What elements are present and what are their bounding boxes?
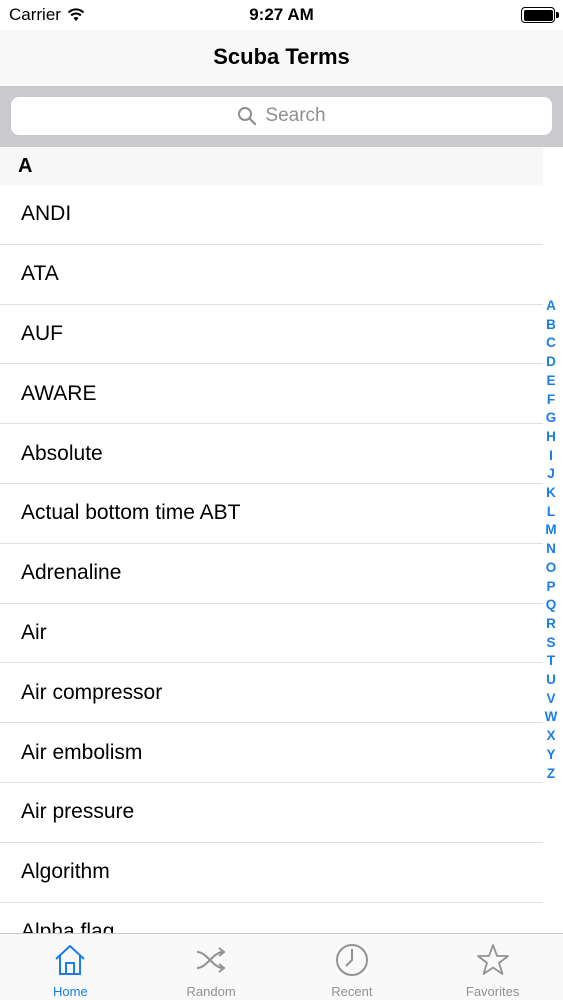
index-letter[interactable]: Q xyxy=(546,596,557,615)
search-placeholder: Search xyxy=(265,105,326,126)
clock-icon xyxy=(335,944,368,976)
tab-recent[interactable]: Recent xyxy=(282,934,423,1000)
list-item[interactable]: Absolute xyxy=(0,424,543,484)
shuffle-icon xyxy=(196,947,226,973)
index-letter[interactable]: U xyxy=(546,671,556,690)
index-letter[interactable]: E xyxy=(546,372,555,391)
list-item[interactable]: Air pressure xyxy=(0,783,543,843)
tab-home-label: Home xyxy=(53,984,88,999)
list-item[interactable]: Air xyxy=(0,604,543,664)
status-time: 9:27 AM xyxy=(249,5,314,24)
list-item[interactable]: ANDI xyxy=(0,185,543,245)
search-bar: Search xyxy=(0,87,563,147)
tab-bar: Home Random Recent Favorites xyxy=(0,933,563,1000)
page-title: Scuba Terms xyxy=(213,44,350,69)
tab-random-label: Random xyxy=(186,984,236,999)
section-letter: A xyxy=(18,155,33,177)
index-letter[interactable]: O xyxy=(546,559,557,578)
tab-home[interactable]: Home xyxy=(0,934,141,1000)
list-item[interactable]: AWARE xyxy=(0,364,543,425)
tab-recent-label: Recent xyxy=(331,984,373,999)
index-letter[interactable]: W xyxy=(545,708,558,727)
index-letter[interactable]: J xyxy=(547,465,555,484)
index-letter[interactable]: I xyxy=(549,447,553,466)
star-icon xyxy=(476,944,509,975)
index-letter[interactable]: P xyxy=(546,578,555,597)
list-item[interactable]: Adrenaline xyxy=(0,544,543,604)
index-letter[interactable]: F xyxy=(547,391,555,410)
index-letter[interactable]: B xyxy=(546,316,556,335)
index-letter[interactable]: K xyxy=(546,484,556,503)
index-letter[interactable]: X xyxy=(546,727,555,746)
search-input[interactable]: Search xyxy=(11,97,552,135)
index-letter[interactable]: V xyxy=(546,690,555,709)
list-item[interactable]: ATA xyxy=(0,245,543,305)
index-letter[interactable]: M xyxy=(545,521,556,540)
list-item[interactable]: Alpha flag xyxy=(0,903,543,933)
tab-favorites-label: Favorites xyxy=(465,984,520,999)
index-letter[interactable]: S xyxy=(546,634,555,653)
search-icon xyxy=(238,107,257,126)
index-letter[interactable]: D xyxy=(546,353,556,372)
section-header: A xyxy=(0,147,543,185)
index-letter[interactable]: C xyxy=(546,334,556,353)
tab-random[interactable]: Random xyxy=(141,934,282,1000)
tab-favorites[interactable]: Favorites xyxy=(422,934,563,1000)
navigation-bar: Scuba Terms xyxy=(0,30,563,87)
index-letter[interactable]: N xyxy=(546,540,556,559)
index-letter[interactable]: Y xyxy=(546,746,555,765)
index-letter[interactable]: A xyxy=(546,297,556,316)
index-letter[interactable]: G xyxy=(546,409,557,428)
list-item[interactable]: Actual bottom time ABT xyxy=(0,484,543,544)
list-item[interactable]: Air compressor xyxy=(0,663,543,724)
index-letter[interactable]: T xyxy=(547,652,555,671)
section-index[interactable]: A B C D E F G H I J K L M N O P Q R S T … xyxy=(543,297,559,783)
status-bar: Carrier 9:27 AM xyxy=(0,0,563,30)
index-letter[interactable]: H xyxy=(546,428,556,447)
terms-list[interactable]: ANDI ATA AUF AWARE Absolute Actual botto… xyxy=(0,185,543,933)
battery-icon xyxy=(521,7,559,23)
index-letter[interactable]: R xyxy=(546,615,556,634)
list-item[interactable]: Air embolism xyxy=(0,723,543,783)
list-item[interactable]: AUF xyxy=(0,305,543,365)
home-icon xyxy=(55,945,86,975)
index-letter[interactable]: L xyxy=(547,503,555,522)
list-item[interactable]: Algorithm xyxy=(0,843,543,903)
index-letter[interactable]: Z xyxy=(547,765,555,784)
